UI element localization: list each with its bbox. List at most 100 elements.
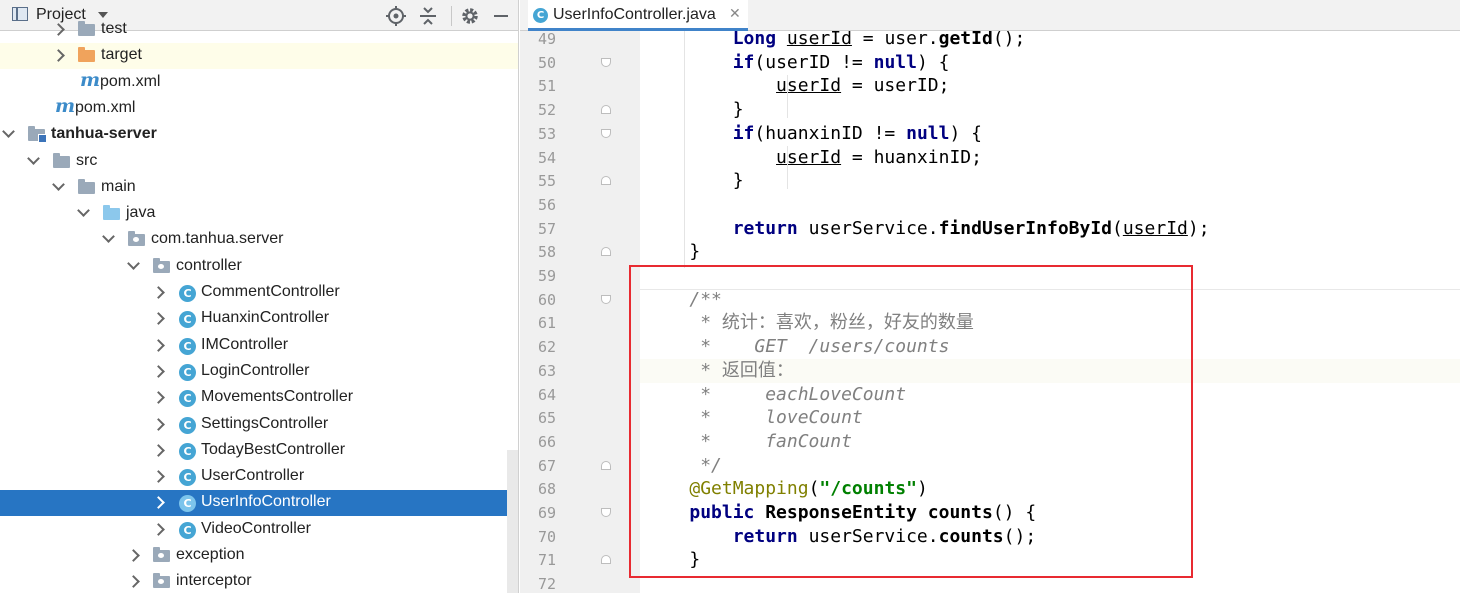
tree-item-videocontroller[interactable]: C VideoController bbox=[0, 517, 518, 543]
chevron-down-icon[interactable] bbox=[77, 204, 90, 217]
code-line[interactable]: return userService.counts(); bbox=[640, 525, 1460, 549]
chevron-right-icon[interactable] bbox=[152, 470, 165, 483]
code-line[interactable]: * loveCount bbox=[640, 406, 1460, 430]
chevron-right-icon[interactable] bbox=[152, 522, 165, 536]
tree-item-interceptor[interactable]: interceptor bbox=[0, 569, 518, 593]
tree-item-logincontroller[interactable]: C LoginController bbox=[0, 359, 518, 385]
code-line[interactable]: if(huanxinID != null) { bbox=[640, 122, 1460, 146]
tree-item-userinfocontroller[interactable]: C UserInfoController bbox=[0, 490, 518, 517]
code-line[interactable]: Long userId = user.getId(); bbox=[640, 31, 1460, 51]
chevron-right-icon[interactable] bbox=[152, 286, 165, 299]
fold-marker-icon[interactable] bbox=[601, 294, 611, 304]
code-token: ); bbox=[1187, 217, 1210, 239]
tree-item-pom-xml[interactable]: m pom.xml bbox=[0, 68, 518, 96]
chevron-right-icon[interactable] bbox=[152, 443, 165, 457]
tree-item-imcontroller[interactable]: C IMController bbox=[0, 333, 518, 359]
code-line[interactable]: */ bbox=[640, 454, 1460, 478]
chevron-right-icon[interactable] bbox=[127, 549, 140, 562]
chevron-right-icon[interactable] bbox=[152, 391, 165, 405]
chevron-down-icon[interactable] bbox=[102, 230, 115, 244]
code-token: * bbox=[700, 312, 722, 334]
chevron-down-icon[interactable] bbox=[127, 256, 140, 270]
code-line[interactable] bbox=[640, 264, 1460, 288]
code-token: userId bbox=[1122, 217, 1188, 239]
maven-file-icon: m bbox=[55, 94, 76, 117]
code-line[interactable]: * eachLoveCount bbox=[640, 383, 1460, 407]
line-number-text: 62 bbox=[537, 338, 556, 357]
tree-item-exception[interactable]: exception bbox=[0, 543, 518, 569]
editor-panel: C UserInfoController.java ✕ 49 50 51 52 53 54… bbox=[520, 0, 1460, 593]
code-line[interactable]: public ResponseEntity counts() { bbox=[640, 501, 1460, 525]
fold-marker-icon[interactable] bbox=[601, 105, 611, 115]
tree-item-movementscontroller[interactable]: C MovementsController bbox=[0, 385, 518, 411]
fold-marker-icon[interactable] bbox=[601, 460, 611, 470]
tree-item-huanxincontroller[interactable]: C HuanxinController bbox=[0, 306, 518, 332]
chevron-right-icon[interactable] bbox=[152, 312, 165, 326]
chevron-right-icon[interactable] bbox=[152, 365, 165, 378]
project-panel: Project test target m pom.xml m pom.xml tanhua… bbox=[0, 0, 519, 593]
code-line[interactable]: } bbox=[640, 548, 1460, 572]
chevron-right-icon[interactable] bbox=[127, 575, 140, 589]
code-line[interactable]: userId = huanxinID; bbox=[640, 146, 1460, 170]
folder-icon bbox=[78, 47, 95, 63]
chevron-right-icon[interactable] bbox=[152, 417, 165, 431]
code-token: ResponseEntity bbox=[765, 502, 928, 523]
code-line[interactable]: /** bbox=[640, 288, 1460, 312]
fold-marker-icon[interactable] bbox=[601, 508, 611, 517]
fold-marker-icon[interactable] bbox=[601, 128, 611, 138]
code-line[interactable]: if(userID != null) { bbox=[640, 51, 1460, 75]
code-token: = bbox=[851, 31, 885, 49]
tree-item-usercontroller[interactable]: C UserController bbox=[0, 464, 518, 490]
code-line[interactable]: @GetMapping("/counts") bbox=[640, 477, 1460, 501]
tree-item-todaybestcontroller[interactable]: C TodayBestController bbox=[0, 438, 518, 464]
indent-guide bbox=[684, 31, 685, 268]
tree-item-java[interactable]: java bbox=[0, 201, 518, 227]
code-line[interactable]: * 统计：喜欢，粉丝，好友的数量 bbox=[640, 311, 1460, 335]
fold-marker-icon[interactable] bbox=[601, 247, 611, 257]
chevron-down-icon[interactable] bbox=[52, 177, 65, 191]
tree-scrollbar[interactable] bbox=[507, 450, 518, 593]
line-number: 52 bbox=[520, 98, 640, 122]
fold-marker-icon[interactable] bbox=[601, 57, 611, 67]
line-number-text: 61 bbox=[537, 314, 556, 333]
tree-item-tanhua-server[interactable]: tanhua-server bbox=[0, 122, 518, 148]
code-line[interactable]: return userService.findUserInfoById(user… bbox=[640, 217, 1460, 241]
code-line[interactable]: } bbox=[640, 169, 1460, 193]
chevron-down-icon[interactable] bbox=[27, 151, 40, 165]
tree-item-pom-xml[interactable]: m pom.xml bbox=[0, 94, 518, 122]
line-number: 64 bbox=[520, 383, 640, 407]
fold-marker-icon[interactable] bbox=[601, 555, 611, 565]
tree-item-target[interactable]: target bbox=[0, 43, 518, 70]
chevron-right-icon[interactable] bbox=[152, 338, 165, 352]
code-line[interactable]: * GET /users/counts bbox=[640, 335, 1460, 359]
close-icon[interactable]: ✕ bbox=[729, 6, 741, 22]
code-editor[interactable]: Long userId = user.getId(); if(userID !=… bbox=[640, 31, 1460, 593]
line-number-text: 57 bbox=[537, 219, 556, 238]
tree-item-main[interactable]: main bbox=[0, 175, 518, 201]
line-number: 69 bbox=[520, 501, 640, 525]
chevron-right-icon[interactable] bbox=[52, 49, 65, 63]
code-line[interactable]: userId = userID; bbox=[640, 74, 1460, 98]
line-number-text: 59 bbox=[537, 267, 556, 285]
tree-item-controller[interactable]: controller bbox=[0, 254, 518, 280]
tree-item-com-tanhua-server[interactable]: com.tanhua.server bbox=[0, 227, 518, 253]
tree-item-commentcontroller[interactable]: C CommentController bbox=[0, 280, 518, 306]
chevron-right-icon[interactable] bbox=[52, 23, 65, 36]
chevron-right-icon[interactable] bbox=[152, 496, 165, 510]
code-line[interactable] bbox=[640, 193, 1460, 217]
tree-item-src[interactable]: src bbox=[0, 149, 518, 175]
tree-item-label: com.tanhua.server bbox=[151, 230, 284, 248]
tree-item-test[interactable]: test bbox=[0, 17, 518, 43]
maven-file-icon: m bbox=[80, 68, 101, 91]
code-line[interactable]: * fanCount bbox=[640, 430, 1460, 454]
code-line[interactable] bbox=[640, 572, 1460, 593]
code-line[interactable]: * 返回值： bbox=[640, 358, 1460, 383]
tree-item-settingscontroller[interactable]: C SettingsController bbox=[0, 412, 518, 438]
chevron-down-icon[interactable] bbox=[2, 125, 15, 139]
fold-marker-icon[interactable] bbox=[601, 176, 611, 186]
indent-guide bbox=[787, 145, 788, 190]
code-line[interactable]: } bbox=[640, 98, 1460, 122]
code-line[interactable]: } bbox=[640, 240, 1460, 264]
